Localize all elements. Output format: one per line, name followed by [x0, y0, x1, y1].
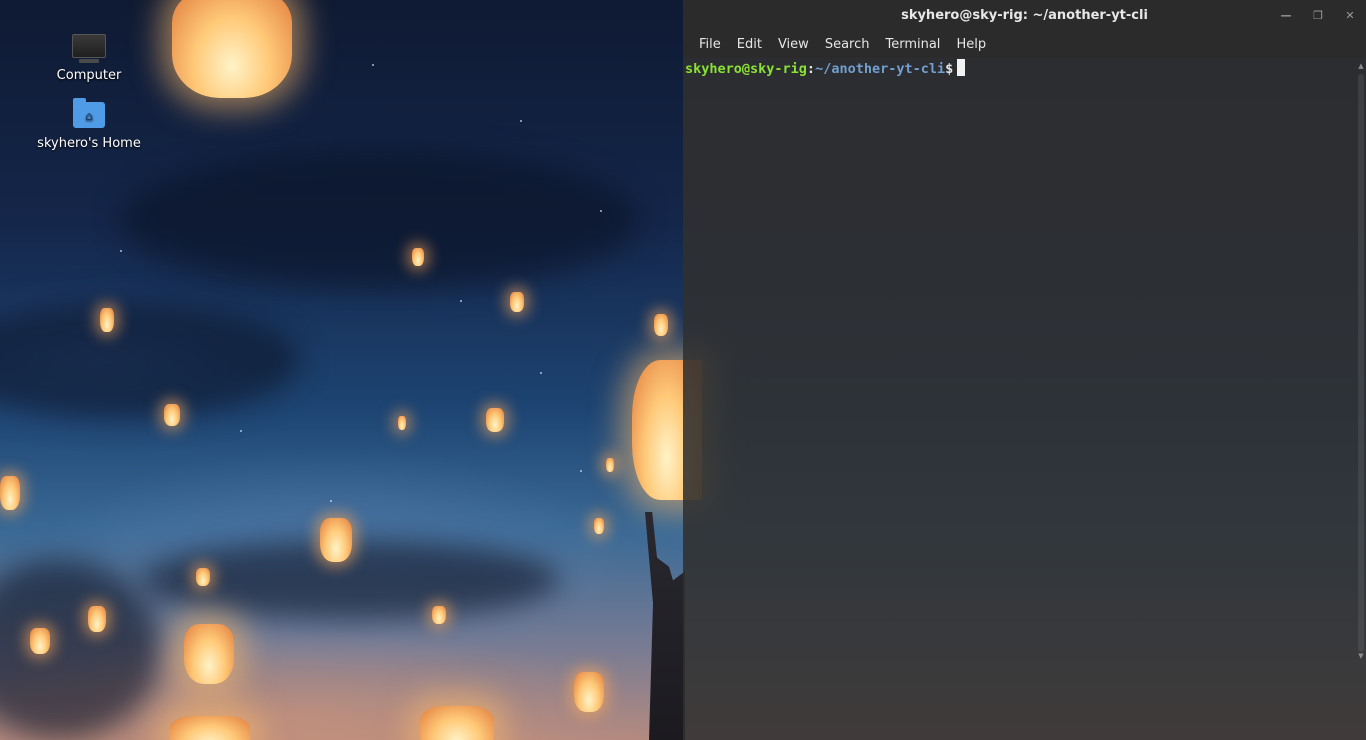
wallpaper-cloud — [0, 560, 160, 740]
terminal-scrollbar[interactable] — [1358, 74, 1364, 652]
wallpaper-lantern — [170, 716, 250, 740]
terminal-output[interactable]: skyhero@sky-rig:~/another-yt-cli$ — [683, 58, 1366, 740]
wallpaper-lantern — [606, 458, 614, 472]
menu-view[interactable]: View — [770, 37, 817, 52]
wallpaper-star — [580, 470, 582, 472]
window-title: skyhero@sky-rig: ~/another-yt-cli — [901, 7, 1148, 23]
menu-search[interactable]: Search — [817, 37, 878, 52]
wallpaper-star — [372, 64, 374, 66]
menu-edit[interactable]: Edit — [729, 37, 770, 52]
wallpaper-star — [520, 120, 522, 122]
menu-bar: File Edit View Search Terminal Help — [683, 30, 1366, 58]
wallpaper-lantern — [432, 606, 446, 624]
monitor-icon — [72, 34, 106, 63]
wallpaper-person-silhouette — [645, 512, 685, 740]
window-titlebar[interactable]: skyhero@sky-rig: ~/another-yt-cli — ❐ ✕ — [683, 0, 1366, 30]
wallpaper-star — [120, 250, 122, 252]
prompt-dollar: $ — [945, 61, 954, 77]
wallpaper-lantern — [0, 476, 20, 510]
wallpaper-lantern — [172, 0, 292, 98]
wallpaper-lantern — [184, 624, 234, 684]
wallpaper-cloud — [0, 300, 300, 420]
prompt-user-host: skyhero@sky-rig — [685, 61, 807, 77]
minimize-icon[interactable]: — — [1280, 9, 1292, 22]
wallpaper-lantern — [412, 248, 424, 266]
wallpaper-lantern — [398, 416, 406, 430]
desktop-icon-label: skyhero's Home — [37, 136, 141, 151]
wallpaper-lantern — [486, 408, 504, 432]
wallpaper-lantern — [100, 308, 114, 332]
wallpaper-lantern — [420, 706, 494, 740]
text-cursor — [957, 59, 966, 76]
prompt-line: skyhero@sky-rig:~/another-yt-cli$ — [685, 59, 1366, 77]
wallpaper-lantern — [594, 518, 604, 534]
menu-help[interactable]: Help — [948, 37, 994, 52]
wallpaper-cloud — [120, 150, 640, 290]
prompt-colon: : — [806, 61, 816, 77]
wallpaper-lantern — [196, 568, 210, 586]
window-controls: — ❐ ✕ — [1280, 0, 1356, 30]
home-folder-icon: ⌂ — [73, 98, 105, 128]
desktop-icon-home[interactable]: ⌂ skyhero's Home — [29, 98, 149, 151]
scroll-up-icon[interactable]: ▲ — [1357, 62, 1365, 70]
desktop-icon-label: Computer — [56, 68, 122, 83]
wallpaper-lantern — [654, 314, 668, 336]
wallpaper-star — [240, 430, 242, 432]
scroll-down-icon[interactable]: ▼ — [1357, 652, 1365, 660]
menu-terminal[interactable]: Terminal — [877, 37, 948, 52]
wallpaper-star — [600, 210, 602, 212]
wallpaper-star — [460, 300, 462, 302]
wallpaper-lantern — [510, 292, 524, 312]
menu-file[interactable]: File — [691, 37, 729, 52]
house-icon: ⌂ — [85, 109, 93, 123]
wallpaper-star — [330, 500, 332, 502]
prompt-path: ~/another-yt-cli — [815, 61, 946, 77]
close-icon[interactable]: ✕ — [1344, 9, 1356, 22]
wallpaper-lantern — [164, 404, 180, 426]
wallpaper-lantern — [88, 606, 106, 632]
wallpaper-star — [540, 372, 542, 374]
wallpaper-lantern — [574, 672, 604, 712]
terminal-window[interactable]: skyhero@sky-rig: ~/another-yt-cli — ❐ ✕ … — [683, 0, 1366, 740]
wallpaper-lantern — [30, 628, 50, 654]
maximize-icon[interactable]: ❐ — [1312, 9, 1324, 22]
desktop-icon-computer[interactable]: Computer — [29, 30, 149, 83]
wallpaper-lantern — [320, 518, 352, 562]
